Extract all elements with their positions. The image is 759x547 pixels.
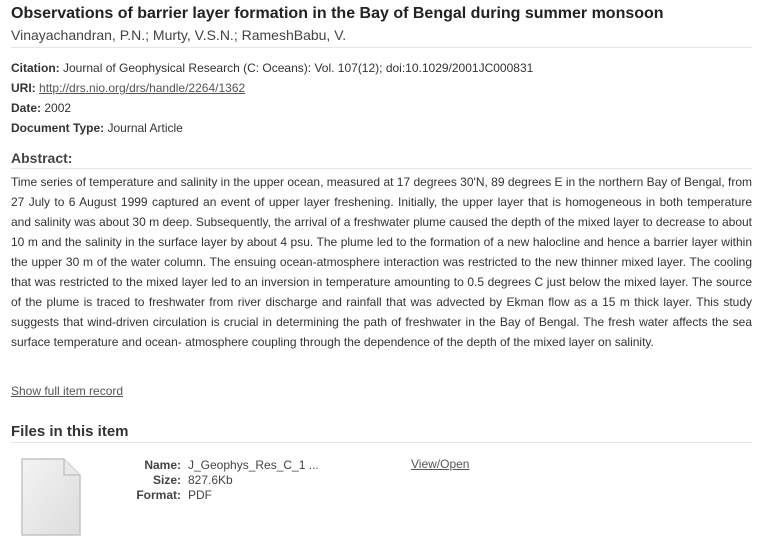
file-size-value: 827.6Kb (188, 473, 233, 487)
file-size-label: Size: (152, 473, 181, 487)
view-open-link[interactable]: View/Open (411, 457, 469, 471)
abstract-heading: Abstract: (11, 150, 73, 166)
uri-row: URI: http://drs.nio.org/drs/handle/2264/… (11, 81, 245, 95)
abstract-text: Time series of temperature and salinity … (11, 175, 752, 349)
file-icon[interactable] (20, 458, 81, 536)
date-row: Date: 2002 (11, 101, 71, 115)
file-format-label: Format: (136, 488, 181, 502)
uri-link[interactable]: http://drs.nio.org/drs/handle/2264/1362 (39, 81, 245, 95)
date-value: 2002 (44, 101, 72, 115)
doctype-value: Journal Article (107, 121, 183, 135)
item-authors: Vinayachandran, P.N.; Murty, V.S.N.; Ram… (11, 27, 347, 43)
doctype-label: Document Type: (11, 121, 105, 135)
date-label: Date: (11, 101, 42, 115)
file-name-value: J_Geophys_Res_C_1 ... (188, 458, 319, 472)
citation-row: Citation: Journal of Geophysical Researc… (11, 61, 533, 75)
files-heading: Files in this item (11, 423, 129, 440)
file-name-label: Name: (144, 458, 181, 472)
divider (11, 168, 752, 169)
divider (11, 47, 752, 48)
file-format-value: PDF (188, 488, 212, 502)
show-full-record-link[interactable]: Show full item record (11, 384, 123, 398)
item-title: Observations of barrier layer formation … (11, 5, 664, 22)
citation-value: Journal of Geophysical Research (C: Ocea… (63, 61, 534, 75)
citation-label: Citation: (11, 61, 60, 75)
doctype-row: Document Type: Journal Article (11, 121, 183, 135)
uri-label: URI: (11, 81, 36, 95)
divider (11, 442, 752, 443)
